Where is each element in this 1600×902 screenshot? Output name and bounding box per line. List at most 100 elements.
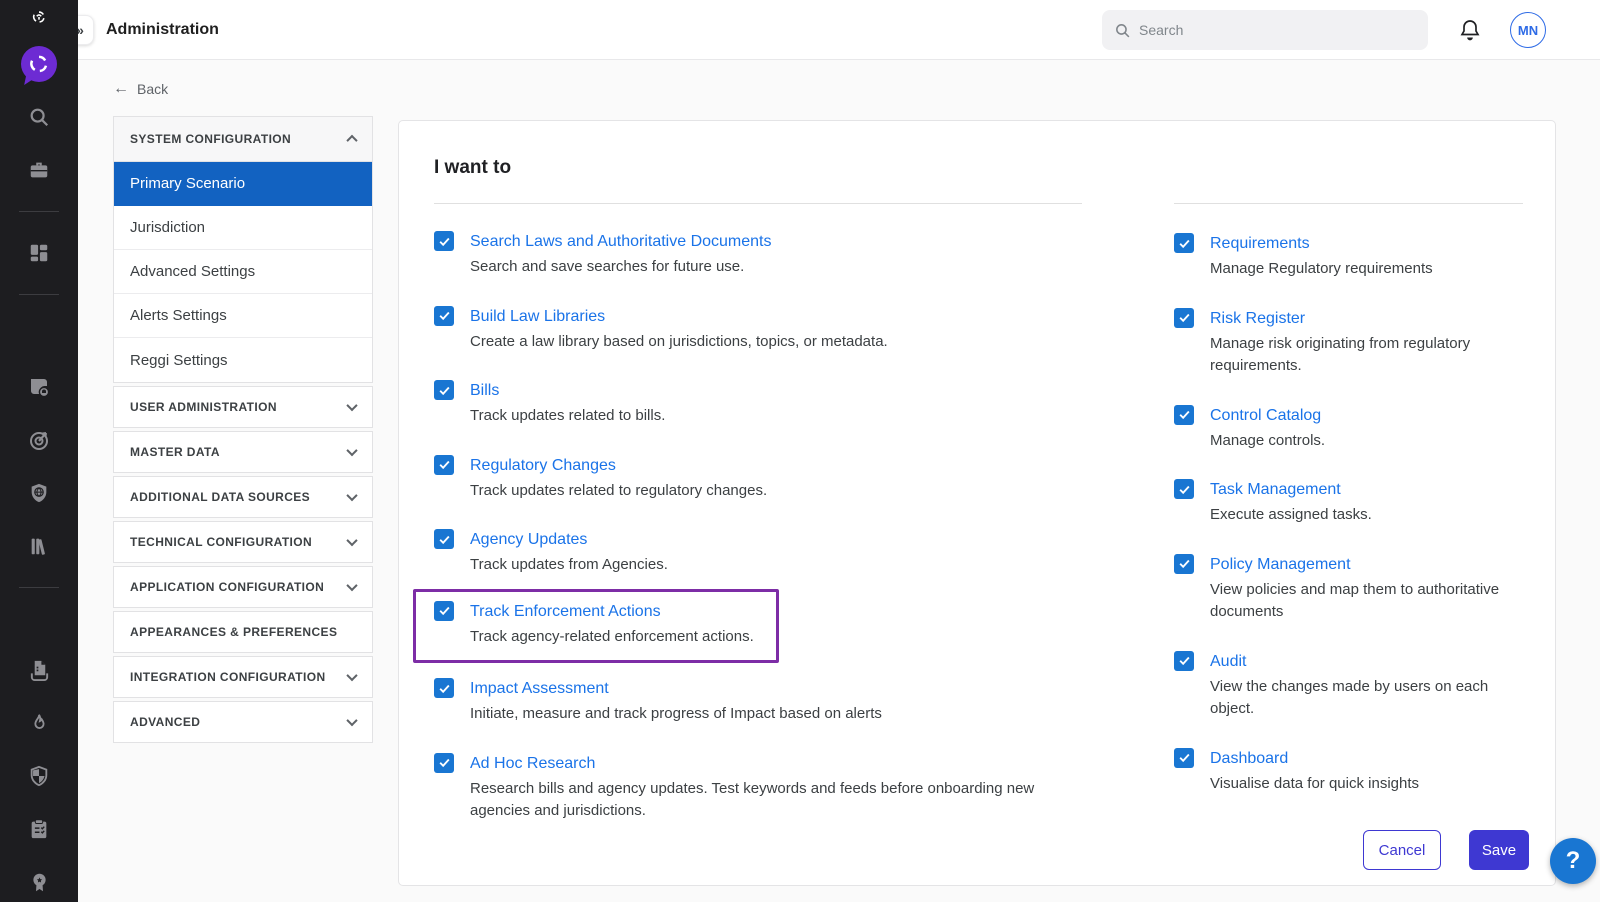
checkbox-checked[interactable]	[434, 306, 454, 326]
feature-desc: Visualise data for quick insights	[1210, 773, 1419, 796]
feature-desc: View policies and map them to authoritat…	[1210, 579, 1523, 624]
feature-link[interactable]: Control Catalog	[1210, 407, 1321, 424]
nav-section-appearances-preferences[interactable]: APPEARANCES & PREFERENCES	[113, 611, 373, 653]
feature-build-law-libraries: Build Law Libraries Create a law library…	[434, 305, 1082, 354]
checkbox-checked[interactable]	[1174, 308, 1194, 328]
feature-audit: Audit View the changes made by users on …	[1174, 650, 1523, 721]
nav-section-master-data[interactable]: MASTER DATA	[113, 431, 373, 473]
reggi-assistant-icon[interactable]	[19, 44, 59, 84]
checkbox-checked[interactable]	[434, 529, 454, 549]
document-tray-icon[interactable]	[19, 650, 59, 690]
checkbox-checked[interactable]	[434, 231, 454, 251]
goals-target-icon[interactable]	[19, 420, 59, 460]
nav-item-primary-scenario[interactable]: Primary Scenario	[114, 162, 372, 206]
rail-divider	[19, 211, 59, 212]
checkbox-checked[interactable]	[434, 678, 454, 698]
checkbox-checked[interactable]	[434, 601, 454, 621]
chevron-down-icon	[346, 670, 357, 681]
notifications-bell-icon[interactable]	[1458, 18, 1482, 42]
highlight-annotation-box: Track Enforcement Actions Track agency-r…	[413, 589, 779, 664]
feature-desc: Search and save searches for future use.	[470, 256, 772, 279]
chevron-down-icon	[346, 490, 357, 501]
search-icon	[1114, 22, 1131, 39]
feature-desc: View the changes made by users on each o…	[1210, 676, 1523, 721]
back-link[interactable]: ← Back	[113, 80, 168, 98]
briefcase-icon[interactable]	[19, 150, 59, 190]
content-area: ← Back SYSTEM CONFIGURATION Primary Scen…	[78, 60, 1600, 902]
checkbox-checked[interactable]	[1174, 405, 1194, 425]
feature-link[interactable]: Build Law Libraries	[470, 308, 605, 325]
shield-globe-icon[interactable]	[19, 473, 59, 513]
nav-section-additional-data-sources[interactable]: ADDITIONAL DATA SOURCES	[113, 476, 373, 518]
dashboard-grid-icon[interactable]	[19, 233, 59, 273]
icon-rail	[0, 0, 78, 902]
feature-link[interactable]: Risk Register	[1210, 310, 1305, 327]
assistant-bubble-icon	[21, 46, 57, 82]
feature-desc: Manage risk originating from regulatory …	[1210, 333, 1523, 378]
help-button[interactable]: ?	[1550, 838, 1596, 884]
checkbox-checked[interactable]	[1174, 554, 1194, 574]
feature-search-laws: Search Laws and Authoritative Documents …	[434, 230, 1082, 279]
page-title: Administration	[106, 21, 219, 39]
feature-desc: Research bills and agency updates. Test …	[470, 778, 1070, 823]
search-icon[interactable]	[19, 97, 59, 137]
feature-link[interactable]: Bills	[470, 382, 499, 399]
clipboard-tasks-icon[interactable]	[19, 809, 59, 849]
feature-desc: Track updates from Agencies.	[470, 554, 668, 577]
nav-section-advanced[interactable]: ADVANCED	[113, 701, 373, 743]
nav-section-system-configuration[interactable]: SYSTEM CONFIGURATION	[114, 117, 372, 162]
nav-item-jurisdiction[interactable]: Jurisdiction	[114, 206, 372, 250]
checkbox-checked[interactable]	[1174, 651, 1194, 671]
nav-item-alerts-settings[interactable]: Alerts Settings	[114, 294, 372, 338]
feature-link[interactable]: Search Laws and Authoritative Documents	[470, 233, 772, 250]
feature-link[interactable]: Task Management	[1210, 481, 1341, 498]
feed-alert-icon[interactable]	[19, 367, 59, 407]
feature-link[interactable]: Impact Assessment	[470, 680, 609, 697]
feature-link[interactable]: Regulatory Changes	[470, 457, 616, 474]
feature-link[interactable]: Ad Hoc Research	[470, 755, 595, 772]
user-avatar[interactable]: MN	[1510, 12, 1546, 48]
cancel-button[interactable]: Cancel	[1363, 830, 1441, 870]
checkbox-checked[interactable]	[434, 753, 454, 773]
feature-link[interactable]: Audit	[1210, 653, 1246, 670]
nav-section-application-configuration[interactable]: APPLICATION CONFIGURATION	[113, 566, 373, 608]
feature-dashboard: Dashboard Visualise data for quick insig…	[1174, 747, 1523, 796]
feature-regulatory-changes: Regulatory Changes Track updates related…	[434, 454, 1082, 503]
feature-desc: Track updates related to regulatory chan…	[470, 480, 767, 503]
library-books-icon[interactable]	[19, 526, 59, 566]
checkbox-checked[interactable]	[434, 380, 454, 400]
settings-nav: SYSTEM CONFIGURATION Primary Scenario Ju…	[113, 116, 373, 743]
feature-desc: Execute assigned tasks.	[1210, 504, 1372, 527]
feature-policy-management: Policy Management View policies and map …	[1174, 553, 1523, 624]
nav-section-integration-configuration[interactable]: INTEGRATION CONFIGURATION	[113, 656, 373, 698]
flame-icon[interactable]	[19, 703, 59, 743]
save-button[interactable]: Save	[1469, 830, 1529, 870]
feature-desc: Track updates related to bills.	[470, 405, 665, 428]
nav-section-technical-configuration[interactable]: TECHNICAL CONFIGURATION	[113, 521, 373, 563]
shield-quadrant-icon[interactable]	[19, 756, 59, 796]
feature-link[interactable]: Dashboard	[1210, 750, 1288, 767]
feature-link[interactable]: Requirements	[1210, 235, 1310, 252]
nav-item-reggi-settings[interactable]: Reggi Settings	[114, 338, 372, 382]
feature-desc: Initiate, measure and track progress of …	[470, 703, 882, 726]
column-divider	[434, 203, 1082, 204]
checkbox-checked[interactable]	[1174, 748, 1194, 768]
feature-track-enforcement-actions: Track Enforcement Actions Track agency-r…	[434, 600, 760, 649]
feature-requirements: Requirements Manage Regulatory requireme…	[1174, 232, 1523, 281]
feature-desc: Manage Regulatory requirements	[1210, 258, 1433, 281]
checkbox-checked[interactable]	[1174, 479, 1194, 499]
scenario-card: I want to Search Laws and Authoritative …	[398, 120, 1556, 886]
feature-link[interactable]: Agency Updates	[470, 531, 587, 548]
feature-link[interactable]: Track Enforcement Actions	[470, 603, 661, 620]
top-bar: » Administration MN	[78, 0, 1600, 60]
features-column-right: Requirements Manage Regulatory requireme…	[1174, 157, 1523, 795]
search-input[interactable]	[1139, 22, 1399, 38]
checkbox-checked[interactable]	[1174, 233, 1194, 253]
nav-section-user-administration[interactable]: USER ADMINISTRATION	[113, 386, 373, 428]
nav-item-advanced-settings[interactable]: Advanced Settings	[114, 250, 372, 294]
app-logo-icon	[16, 10, 62, 24]
global-search[interactable]	[1102, 10, 1428, 50]
checkbox-checked[interactable]	[434, 455, 454, 475]
feature-link[interactable]: Policy Management	[1210, 556, 1351, 573]
certificate-badge-icon[interactable]	[19, 862, 59, 902]
